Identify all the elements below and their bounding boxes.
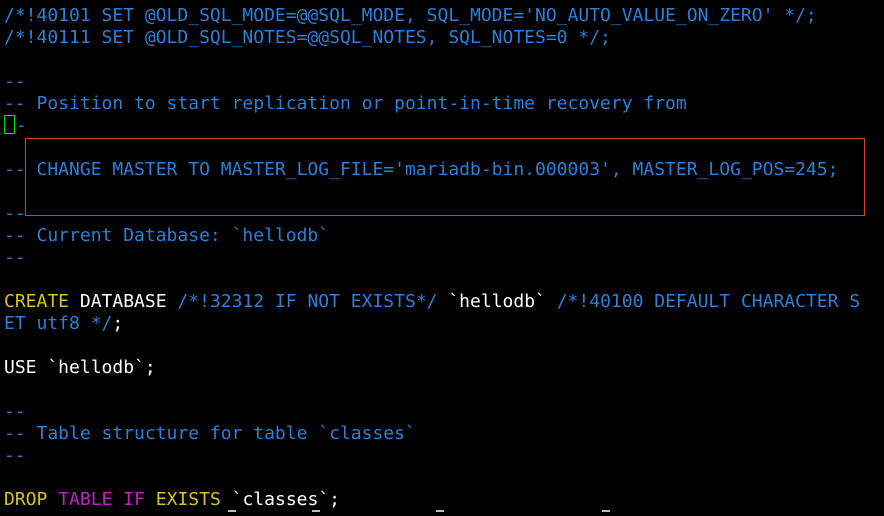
text-cursor xyxy=(4,115,15,134)
terminal-window[interactable]: /*!40101 SET @OLD_SQL_MODE=@@SQL_MODE, S… xyxy=(0,0,884,516)
clipped-glyph xyxy=(312,510,320,512)
clipped-glyph xyxy=(602,510,610,512)
clipped-next-line xyxy=(0,510,884,516)
code-token: ET utf8 */ xyxy=(4,313,113,334)
editor-line[interactable]: CREATE DATABASE /*!32312 IF NOT EXISTS*/… xyxy=(4,291,860,313)
editor-line[interactable]: /*!40101 SET @OLD_SQL_MODE=@@SQL_MODE, S… xyxy=(4,5,817,27)
code-token: DROP xyxy=(4,489,48,510)
code-token: -- Table structure for table `classes` xyxy=(4,423,416,444)
editor-line[interactable]: /*!40111 SET @OLD_SQL_NOTES=@@SQL_NOTES,… xyxy=(4,27,611,49)
editor-line[interactable]: -- xyxy=(4,401,26,423)
editor-line[interactable]: -- Table structure for table `classes` xyxy=(4,423,416,445)
code-token: -- xyxy=(4,247,26,268)
editor-line[interactable]: USE `hellodb`; xyxy=(4,357,156,379)
code-token: -- xyxy=(4,445,26,466)
editor-line[interactable]: -- xyxy=(4,445,26,467)
code-token: -- Current Database: `hellodb` xyxy=(4,225,330,246)
code-token: -- xyxy=(4,203,26,224)
editor-line[interactable]: - xyxy=(4,115,27,137)
code-token: -- Position to start replication or poin… xyxy=(4,93,687,114)
code-token: `hellodb` xyxy=(437,291,557,312)
code-token: CREATE xyxy=(4,291,70,312)
code-token: `classes`; xyxy=(220,489,341,510)
code-token: /*!40101 SET @OLD_SQL_MODE=@@SQL_MODE, S… xyxy=(4,5,817,26)
code-token: -- CHANGE MASTER TO MASTER_LOG_FILE='mar… xyxy=(4,159,839,180)
clipped-glyph xyxy=(228,510,236,512)
code-token: IF xyxy=(123,489,145,510)
code-token: TABLE xyxy=(58,489,113,510)
editor-line[interactable]: -- xyxy=(4,247,26,269)
clipped-glyph xyxy=(436,510,444,512)
editor-line[interactable]: -- Position to start replication or poin… xyxy=(4,93,687,115)
code-token: EXISTS xyxy=(155,489,221,510)
code-token: ; xyxy=(112,313,124,334)
code-token: -- xyxy=(4,71,26,92)
editor-line[interactable]: -- Current Database: `hellodb` xyxy=(4,225,329,247)
editor-line[interactable]: DROP TABLE IF EXISTS `classes`; xyxy=(4,489,340,511)
code-token: DATABASE xyxy=(69,291,178,312)
code-token: /*!40100 DEFAULT CHARACTER S xyxy=(556,291,861,312)
editor-line[interactable]: -- xyxy=(4,203,26,225)
code-token: /*!40111 SET @OLD_SQL_NOTES=@@SQL_NOTES,… xyxy=(4,27,611,48)
code-token: - xyxy=(16,115,27,136)
code-token: -- xyxy=(4,401,26,422)
editor-line[interactable]: -- CHANGE MASTER TO MASTER_LOG_FILE='mar… xyxy=(4,159,838,181)
editor-line[interactable]: ET utf8 */; xyxy=(4,313,123,335)
code-token: /*!32312 IF NOT EXISTS*/ xyxy=(177,291,438,312)
editor-line[interactable]: -- xyxy=(4,71,26,93)
code-token: USE `hellodb`; xyxy=(4,357,156,378)
